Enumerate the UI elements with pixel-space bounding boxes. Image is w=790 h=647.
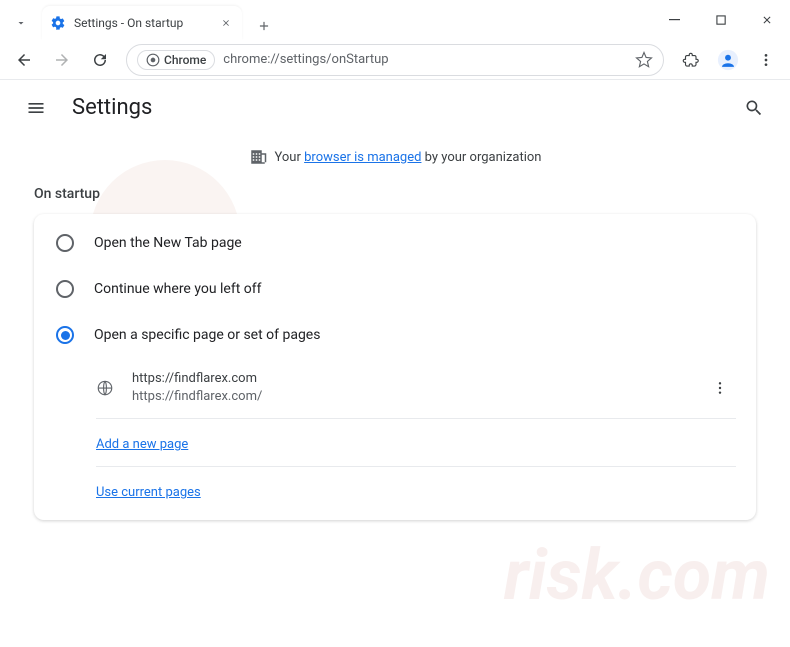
puzzle-icon [681,51,699,69]
close-icon [761,14,773,26]
radio-open-newtab[interactable]: Open the New Tab page [34,220,756,266]
radio-continue[interactable]: Continue where you left off [34,266,756,312]
watermark-text-2: risk.com [504,535,770,617]
extensions-button[interactable] [674,44,706,76]
radio-label: Open a specific page or set of pages [94,327,320,343]
plus-icon [257,19,271,33]
profile-button[interactable] [712,44,744,76]
startup-page-urls: https://findflarex.com https://findflare… [132,370,704,406]
hamburger-icon [26,98,46,118]
minimize-icon [669,14,681,26]
site-chip-label: Chrome [164,53,206,67]
radio-label: Continue where you left off [94,281,262,297]
add-page-row: Add a new page [96,419,736,467]
radio-specific-pages[interactable]: Open a specific page or set of pages [34,312,756,358]
page-title: Settings [72,95,152,120]
minimize-button[interactable] [652,0,698,40]
star-icon[interactable] [635,51,653,69]
radio-icon-selected [56,326,74,344]
add-new-page-link[interactable]: Add a new page [96,437,188,452]
startup-pages-list: https://findflarex.com https://findflare… [96,358,736,514]
arrow-right-icon [53,51,71,69]
arrow-left-icon [15,51,33,69]
browser-menu-button[interactable] [750,44,782,76]
radio-icon [56,234,74,252]
main-menu-button[interactable] [16,88,56,128]
avatar-icon [717,49,739,71]
managed-banner: Your browser is managed by your organiza… [0,136,790,178]
building-icon [249,148,267,166]
maximize-button[interactable] [698,0,744,40]
vertical-dots-icon [758,52,774,68]
back-button[interactable] [8,44,40,76]
vertical-dots-icon [712,380,728,396]
startup-card: Open the New Tab page Continue where you… [34,214,756,520]
chevron-down-icon [15,17,27,29]
use-current-row: Use current pages [96,467,736,514]
titlebar: Settings - On startup [0,0,790,40]
maximize-icon [716,15,727,26]
address-bar[interactable]: Chrome chrome://settings/onStartup [126,44,664,76]
section-title: On startup [34,186,756,202]
startup-page-menu-button[interactable] [704,372,736,404]
chrome-icon [146,53,160,67]
startup-page-row: https://findflarex.com https://findflare… [96,358,736,419]
reload-icon [91,51,109,69]
url-text: chrome://settings/onStartup [223,52,635,67]
browser-tab[interactable]: Settings - On startup [42,6,242,40]
forward-button[interactable] [46,44,78,76]
radio-label: Open the New Tab page [94,235,242,251]
managed-link[interactable]: browser is managed [304,150,421,165]
site-chip[interactable]: Chrome [137,50,215,70]
use-current-pages-link[interactable]: Use current pages [96,485,201,500]
managed-suffix: by your organization [421,150,541,165]
search-icon [744,98,764,118]
close-window-button[interactable] [744,0,790,40]
managed-prefix: Your [275,150,305,165]
tab-search-dropdown[interactable] [4,6,38,40]
gear-icon [50,15,66,31]
browser-toolbar: Chrome chrome://settings/onStartup [0,40,790,80]
window-controls [652,0,790,40]
close-icon[interactable] [218,15,234,31]
radio-icon [56,280,74,298]
settings-header: Settings [0,80,790,136]
startup-page-url: https://findflarex.com [132,370,704,388]
startup-page-suburl: https://findflarex.com/ [132,388,704,406]
search-settings-button[interactable] [734,88,774,128]
tab-title: Settings - On startup [74,16,218,30]
reload-button[interactable] [84,44,116,76]
new-tab-button[interactable] [250,12,278,40]
globe-icon [96,379,114,397]
settings-content: On startup Open the New Tab page Continu… [0,178,790,528]
